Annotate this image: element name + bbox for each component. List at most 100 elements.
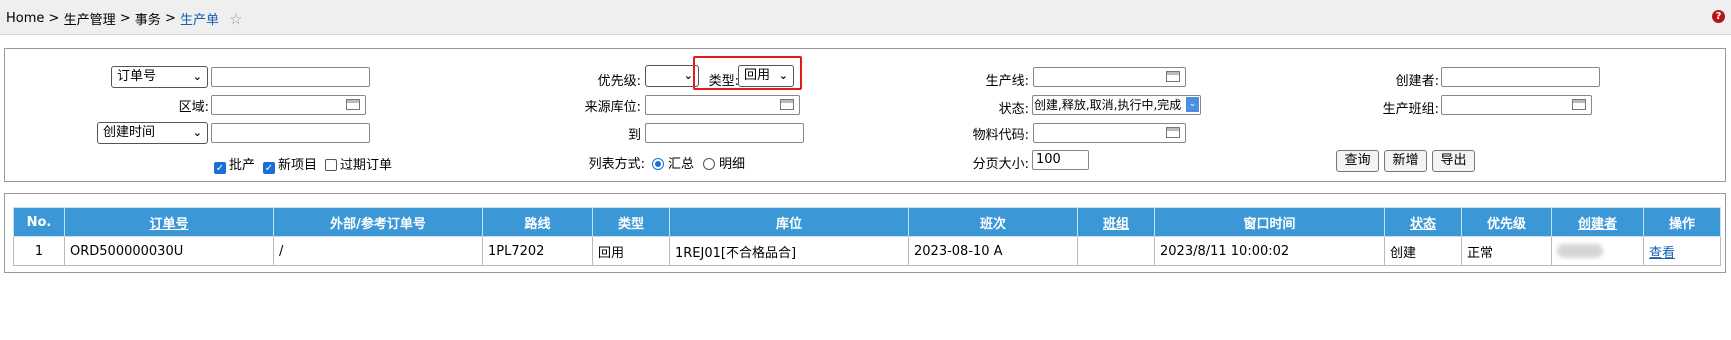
radio-selected-icon[interactable]: [652, 158, 664, 170]
production-team-label: 生产班组:: [1382, 102, 1439, 117]
help-icon[interactable]: ?: [1712, 10, 1725, 23]
add-button[interactable]: 新增: [1384, 150, 1427, 172]
checkbox-unchecked-icon[interactable]: [325, 159, 337, 171]
creator-label: 创建者:: [1395, 74, 1439, 89]
calendar-icon[interactable]: [1166, 71, 1180, 82]
chevron-down-icon: ⌄: [192, 126, 202, 139]
breadcrumb-home[interactable]: Home: [6, 11, 44, 26]
column-header-no: No.: [13, 207, 65, 237]
status-value: 创建,释放,取消,执行中,完成: [1034, 98, 1182, 112]
production-team-input[interactable]: [1441, 95, 1592, 115]
production-line-label: 生产线:: [985, 74, 1029, 89]
creator-input[interactable]: [1441, 67, 1600, 87]
priority-select[interactable]: ⌄: [645, 65, 699, 87]
column-header-team-text: 班组: [1102, 216, 1129, 232]
column-header-type: 类型: [592, 207, 670, 237]
calendar-icon[interactable]: [346, 99, 360, 110]
date-field-select-value: 创建时间: [103, 125, 156, 140]
date-input[interactable]: [211, 123, 370, 143]
filter-panel: 订单号 ⌄ 区域: 创建时间 ⌄ ✓ 批产 ✓ 新项目 过期订单 优先级: ⌄ 类型…: [4, 48, 1726, 182]
column-header-order-no[interactable]: 订单号: [64, 207, 274, 237]
calendar-icon[interactable]: [1166, 127, 1180, 138]
radio-unselected-icon[interactable]: [703, 158, 715, 170]
star-icon[interactable]: ☆: [229, 10, 242, 28]
summary-radio[interactable]: 汇总: [652, 153, 694, 172]
export-button[interactable]: 导出: [1432, 150, 1475, 172]
column-header-status[interactable]: 状态: [1384, 207, 1462, 237]
table-row: 1 ORD500000030U / 1PL7202 回用 1REJ01[不合格品…: [13, 236, 1721, 266]
breadcrumb-production-management[interactable]: 生产管理: [64, 13, 116, 28]
type-value: 回用: [744, 68, 771, 83]
order-field-select[interactable]: 订单号 ⌄: [111, 66, 208, 88]
calendar-icon[interactable]: [1572, 99, 1586, 110]
view-link[interactable]: 查看: [1649, 246, 1675, 261]
cell-status: 创建: [1384, 236, 1462, 266]
checkbox-checked-icon[interactable]: ✓: [214, 162, 226, 174]
table-header-row: No. 订单号 外部/参考订单号 路线 类型 库位 班次 班组 窗口时间 状态 …: [13, 207, 1721, 237]
chevron-down-icon: ⌄: [683, 69, 693, 82]
expired-checkbox[interactable]: 过期订单: [325, 154, 392, 173]
cell-action: 查看: [1643, 236, 1721, 266]
column-header-priority: 优先级: [1461, 207, 1552, 237]
cell-shift: 2023-08-10 A: [908, 236, 1078, 266]
detail-label: 明细: [719, 157, 746, 172]
breadcrumb-separator: >: [164, 11, 176, 26]
type-label: 类型:: [708, 74, 739, 89]
region-input[interactable]: [211, 95, 366, 115]
breadcrumb-separator: >: [119, 11, 131, 26]
cell-order-no: ORD500000030U: [64, 236, 274, 266]
page-size-value: 100: [1036, 152, 1061, 167]
query-button[interactable]: 查询: [1336, 150, 1379, 172]
cell-type: 回用: [592, 236, 670, 266]
column-header-action: 操作: [1643, 207, 1721, 237]
cell-route: 1PL7202: [482, 236, 593, 266]
to-label: 到: [627, 128, 641, 143]
results-panel: No. 订单号 外部/参考订单号 路线 类型 库位 班次 班组 窗口时间 状态 …: [4, 193, 1726, 273]
region-label: 区域:: [178, 100, 209, 115]
new-item-checkbox[interactable]: ✓ 新项目: [263, 154, 317, 174]
cell-no: 1: [13, 236, 65, 266]
production-line-input[interactable]: [1033, 67, 1186, 87]
cell-location: 1REJ01[不合格品合]: [669, 236, 909, 266]
type-select[interactable]: 回用 ⌄: [738, 65, 794, 87]
top-bar: Home > 生产管理 > 事务 > 生产单 ☆ ?: [0, 0, 1731, 35]
status-select[interactable]: 创建,释放,取消,执行中,完成 ⌄: [1032, 95, 1201, 115]
material-code-input[interactable]: [1033, 123, 1186, 143]
status-label: 状态:: [998, 102, 1029, 117]
column-header-shift: 班次: [908, 207, 1078, 237]
order-number-input[interactable]: [211, 67, 370, 87]
to-input[interactable]: [645, 123, 804, 143]
chevron-down-icon: ⌄: [1186, 97, 1199, 112]
batch-label: 批产: [229, 158, 256, 173]
checkbox-checked-icon[interactable]: ✓: [263, 162, 275, 174]
column-header-order-no-text: 订单号: [149, 216, 189, 232]
column-header-creator-text: 创建者: [1577, 216, 1617, 232]
order-field-select-value: 订单号: [117, 69, 157, 84]
cell-window-time: 2023/8/11 10:00:02: [1154, 236, 1385, 266]
date-field-select[interactable]: 创建时间 ⌄: [97, 122, 208, 144]
breadcrumb-transactions[interactable]: 事务: [135, 13, 161, 28]
chevron-down-icon: ⌄: [778, 69, 788, 82]
batch-checkbox[interactable]: ✓ 批产: [214, 154, 255, 174]
source-location-label: 来源库位:: [584, 100, 641, 115]
cell-ext-ref: /: [273, 236, 483, 266]
cell-priority: 正常: [1461, 236, 1552, 266]
column-header-ext-ref: 外部/参考订单号: [273, 207, 483, 237]
source-location-input[interactable]: [645, 95, 800, 115]
redacted-creator: [1557, 244, 1603, 258]
calendar-icon[interactable]: [780, 99, 794, 110]
detail-radio[interactable]: 明细: [703, 153, 745, 172]
column-header-creator[interactable]: 创建者: [1551, 207, 1644, 237]
cell-creator: [1551, 236, 1644, 266]
page-size-input[interactable]: 100: [1032, 150, 1089, 170]
column-header-location: 库位: [669, 207, 909, 237]
column-header-team[interactable]: 班组: [1077, 207, 1155, 237]
chevron-down-icon: ⌄: [192, 70, 202, 83]
breadcrumb-current-page: 生产单: [179, 13, 219, 28]
list-mode-label: 列表方式:: [588, 157, 645, 172]
breadcrumb-separator: >: [48, 11, 60, 26]
priority-label: 优先级:: [597, 74, 641, 89]
column-header-window-time: 窗口时间: [1154, 207, 1385, 237]
column-header-route: 路线: [482, 207, 593, 237]
summary-label: 汇总: [668, 157, 695, 172]
